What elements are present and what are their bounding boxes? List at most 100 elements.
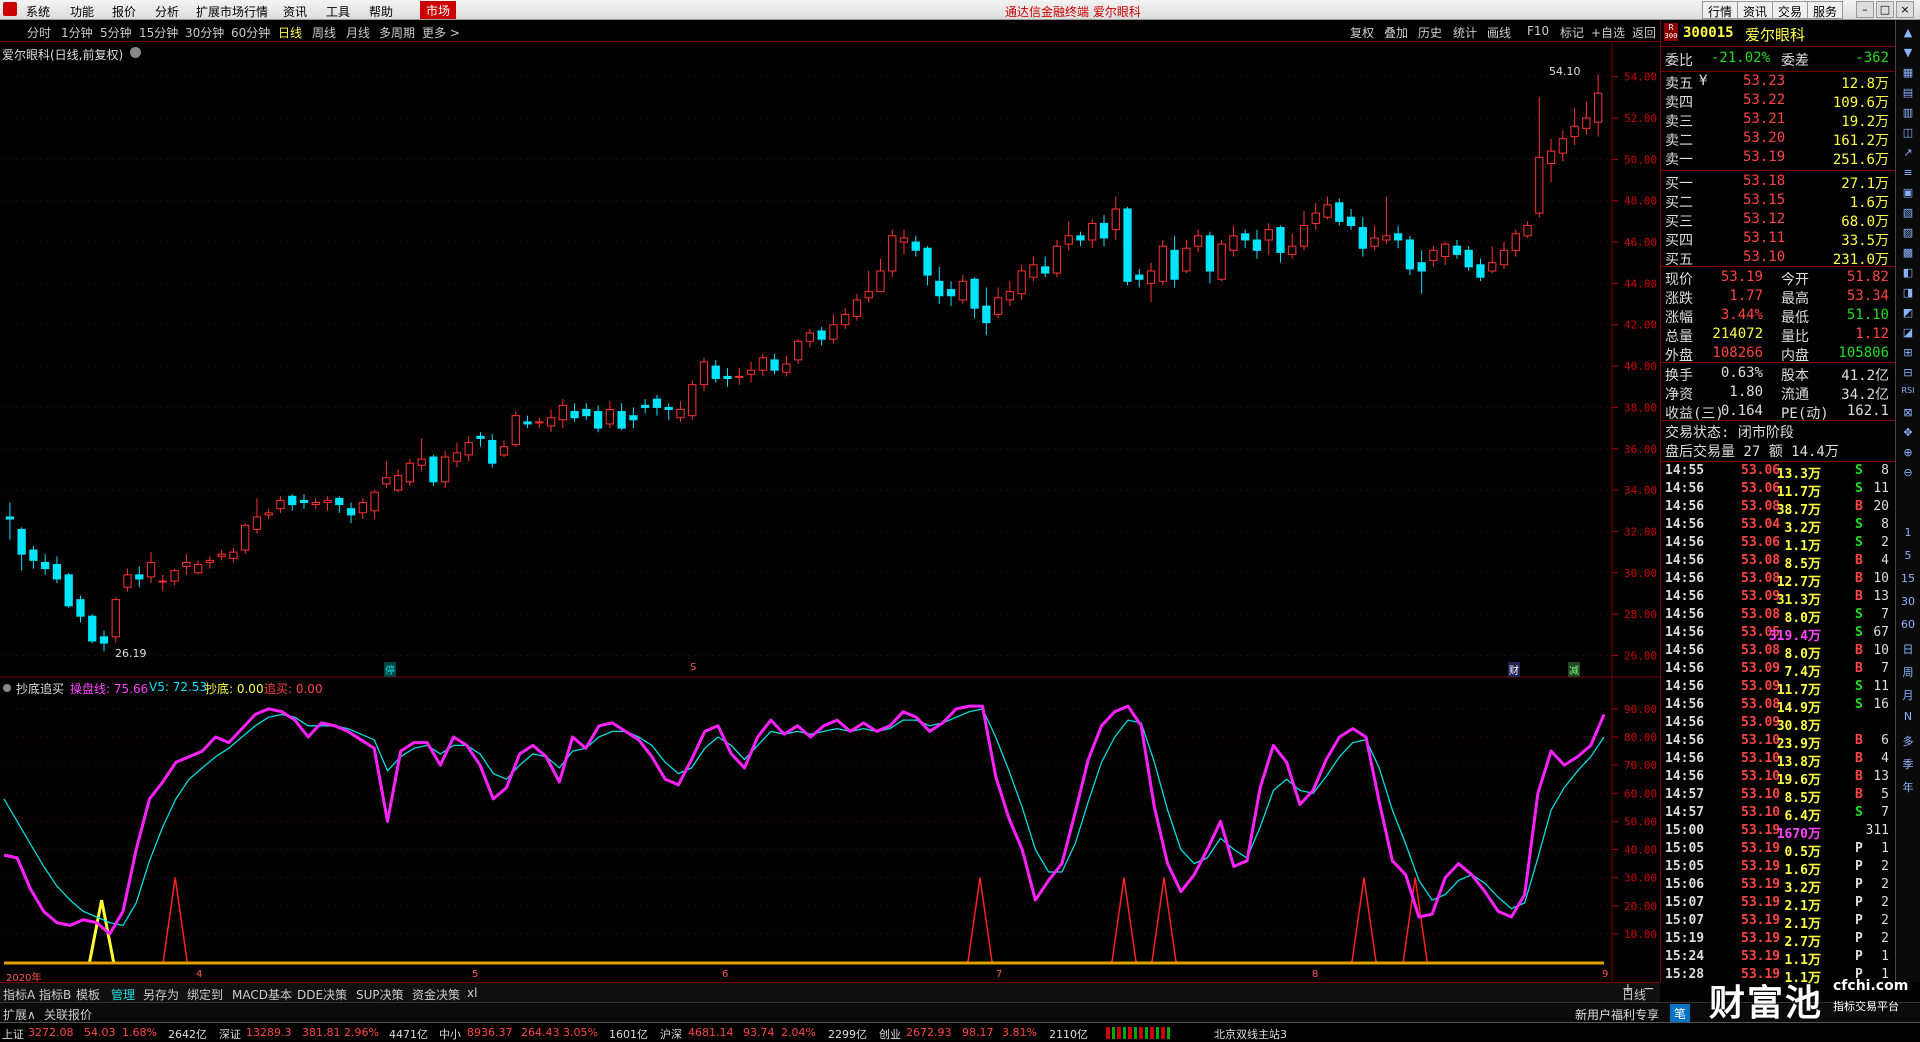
event-finance-icon[interactable]: 财	[1508, 662, 1520, 677]
tick-row[interactable]: 15:05 53.19 0.5万 P 1	[1665, 841, 1891, 860]
tick-row[interactable]: 14:56 53.10 13.8万 B 4	[1665, 751, 1891, 770]
tab-indicator-a[interactable]: 指标A	[3, 986, 35, 1003]
toolbar-calc-icon[interactable]: ▥	[1899, 106, 1917, 119]
sz-label[interactable]: 深证	[219, 1026, 241, 1042]
tick-row[interactable]: 14:55 53.06 13.3万 S 8	[1665, 463, 1891, 482]
bid-row[interactable]: 买三 53.12 68.0万	[1665, 211, 1891, 230]
toolbar-period[interactable]: N	[1899, 710, 1917, 723]
tick-row[interactable]: 15:00 53.19 1670万 311	[1665, 823, 1891, 842]
toolbar-period[interactable]: 日	[1899, 641, 1917, 657]
tool-history[interactable]: 历史	[1418, 24, 1442, 41]
hs-label[interactable]: 沪深	[660, 1026, 682, 1042]
period-5min[interactable]: 5分钟	[100, 24, 132, 41]
tab-dde[interactable]: DDE决策	[297, 986, 347, 1003]
toolbar-vol-icon[interactable]: ◧	[1899, 266, 1917, 279]
toolbar-ma-icon[interactable]: ▨	[1899, 226, 1917, 239]
tab-sup[interactable]: SUP决策	[356, 986, 404, 1003]
btn-news[interactable]: 资讯	[1737, 1, 1774, 19]
chart-title-gear-icon[interactable]	[130, 47, 141, 58]
tool-add-watch[interactable]: +自选	[1591, 24, 1625, 41]
period-weekly[interactable]: 周线	[312, 24, 336, 41]
tick-row[interactable]: 14:56 53.09 30.8万	[1665, 715, 1891, 734]
toolbar-boll-icon[interactable]: ◪	[1899, 326, 1917, 339]
ask-row[interactable]: 卖五 ¥ 53.23 12.8万	[1665, 73, 1891, 92]
tick-row[interactable]: 14:56 53.06 11.7万 S 11	[1665, 481, 1891, 500]
menu-news[interactable]: 资讯	[283, 3, 307, 20]
tab-macd[interactable]: MACD基本	[232, 986, 292, 1003]
toolbar-list-icon[interactable]: ≡	[1899, 166, 1917, 179]
toolbar-line-icon[interactable]: ◫	[1899, 126, 1917, 139]
tab-xl[interactable]: xl	[467, 986, 477, 1000]
tick-row[interactable]: 14:57 53.10 6.4万 S 7	[1665, 805, 1891, 824]
period-more[interactable]: 更多 >	[422, 24, 460, 41]
toolbar-chart-icon[interactable]: ▤	[1899, 86, 1917, 99]
tick-row[interactable]: 14:56 53.08 14.9万 S 16	[1665, 697, 1891, 716]
tab-bind-to[interactable]: 绑定到	[187, 986, 223, 1003]
tick-row[interactable]: 14:56 53.09 11.7万 S 11	[1665, 679, 1891, 698]
toolbar-cci-icon[interactable]: ⊞	[1899, 346, 1917, 359]
toolbar-period[interactable]: 1	[1899, 526, 1917, 539]
tick-row[interactable]: 15:07 53.19 2.1万 P 2	[1665, 895, 1891, 914]
tick-row[interactable]: 15:24 53.19 1.1万 P 1	[1665, 949, 1891, 968]
event-stop-icon[interactable]: 停	[384, 662, 396, 677]
period-30min[interactable]: 30分钟	[185, 24, 224, 41]
toolbar-rsi-icon[interactable]: RSI	[1899, 386, 1917, 395]
sh-label[interactable]: 上证	[2, 1026, 24, 1042]
period-daily[interactable]: 日线	[278, 24, 302, 41]
tick-row[interactable]: 15:05 53.19 1.6万 P 2	[1665, 859, 1891, 878]
toolbar-period[interactable]: 月	[1899, 687, 1917, 703]
toolbar-period[interactable]: 季	[1899, 756, 1917, 772]
period-multi[interactable]: 多周期	[379, 24, 415, 41]
period-monthly[interactable]: 月线	[346, 24, 370, 41]
toolbar-wr-icon[interactable]: ⊟	[1899, 366, 1917, 379]
menu-analysis[interactable]: 分析	[155, 3, 179, 20]
pen-button[interactable]: 笔	[1670, 1004, 1691, 1023]
toolbar-dmi-icon[interactable]: ◨	[1899, 286, 1917, 299]
toolbar-period[interactable]: 年	[1899, 779, 1917, 795]
toolbar-arrow-icon[interactable]: ▲	[1899, 26, 1917, 39]
tick-row[interactable]: 15:06 53.19 3.2万 P 2	[1665, 877, 1891, 896]
period-1min[interactable]: 1分钟	[61, 24, 93, 41]
tab-fund[interactable]: 资金决策	[412, 986, 460, 1003]
linked-quote[interactable]: 关联报价	[44, 1006, 92, 1023]
bid-row[interactable]: 买一 53.18 27.1万	[1665, 173, 1891, 192]
menu-system[interactable]: 系统	[26, 3, 50, 20]
zoom-minus-icon[interactable]: −	[1643, 981, 1655, 997]
tool-fuquan[interactable]: 复权	[1350, 24, 1374, 41]
tool-f10[interactable]: F10	[1527, 24, 1549, 38]
toolbar-move-icon[interactable]: ✥	[1899, 426, 1917, 439]
toolbar-down-icon[interactable]: ▼	[1899, 46, 1917, 59]
period-60min[interactable]: 60分钟	[231, 24, 270, 41]
cy-label[interactable]: 创业	[879, 1026, 901, 1042]
zx-label[interactable]: 中小	[439, 1026, 461, 1042]
period-15min[interactable]: 15分钟	[139, 24, 178, 41]
tool-overlay[interactable]: 叠加	[1384, 24, 1408, 41]
tool-stats[interactable]: 统计	[1453, 24, 1477, 41]
tick-row[interactable]: 14:56 53.09 31.3万 B 13	[1665, 589, 1891, 608]
tick-row[interactable]: 15:07 53.19 2.1万 P 2	[1665, 913, 1891, 932]
tab-save-as[interactable]: 另存为	[143, 986, 179, 1003]
tool-mark[interactable]: 标记	[1560, 24, 1584, 41]
tool-draw[interactable]: 画线	[1487, 24, 1511, 41]
tick-row[interactable]: 15:19 53.19 2.7万 P 2	[1665, 931, 1891, 950]
indicator-name[interactable]: 抄底追买	[16, 680, 64, 697]
bid-row[interactable]: 买二 53.15 1.6万	[1665, 192, 1891, 211]
btn-service[interactable]: 服务	[1807, 1, 1844, 19]
toolbar-bars-icon[interactable]: ▧	[1899, 206, 1917, 219]
chart-canvas[interactable]: 26.00 28.00 30.00 32.00 34.00 36.00 38.00 40.00…	[0, 42, 1660, 982]
toolbar-macd-icon[interactable]: ◩	[1899, 306, 1917, 319]
tick-row[interactable]: 14:56 53.10 19.6万 B 13	[1665, 769, 1891, 788]
server-name[interactable]: 北京双线主站3	[1214, 1026, 1287, 1042]
toolbar-grid-icon[interactable]: ▦	[1899, 66, 1917, 79]
promo-link[interactable]: 新用户福利专享	[1575, 1006, 1659, 1023]
toolbar-trend-icon[interactable]: ↗	[1899, 146, 1917, 159]
menu-tools[interactable]: 工具	[326, 3, 350, 20]
toolbar-period[interactable]: 周	[1899, 664, 1917, 680]
tick-row[interactable]: 14:57 53.10 8.5万 B 5	[1665, 787, 1891, 806]
toolbar-period[interactable]: 30	[1899, 595, 1917, 608]
toolbar-period[interactable]: 多	[1899, 733, 1917, 749]
tick-row[interactable]: 14:56 53.04 3.2万 S 8	[1665, 517, 1891, 536]
bid-row[interactable]: 买四 53.11 33.5万	[1665, 230, 1891, 249]
ask-row[interactable]: 卖四 53.22 109.6万	[1665, 92, 1891, 111]
toolbar-zoomin-icon[interactable]: ⊕	[1899, 446, 1917, 459]
